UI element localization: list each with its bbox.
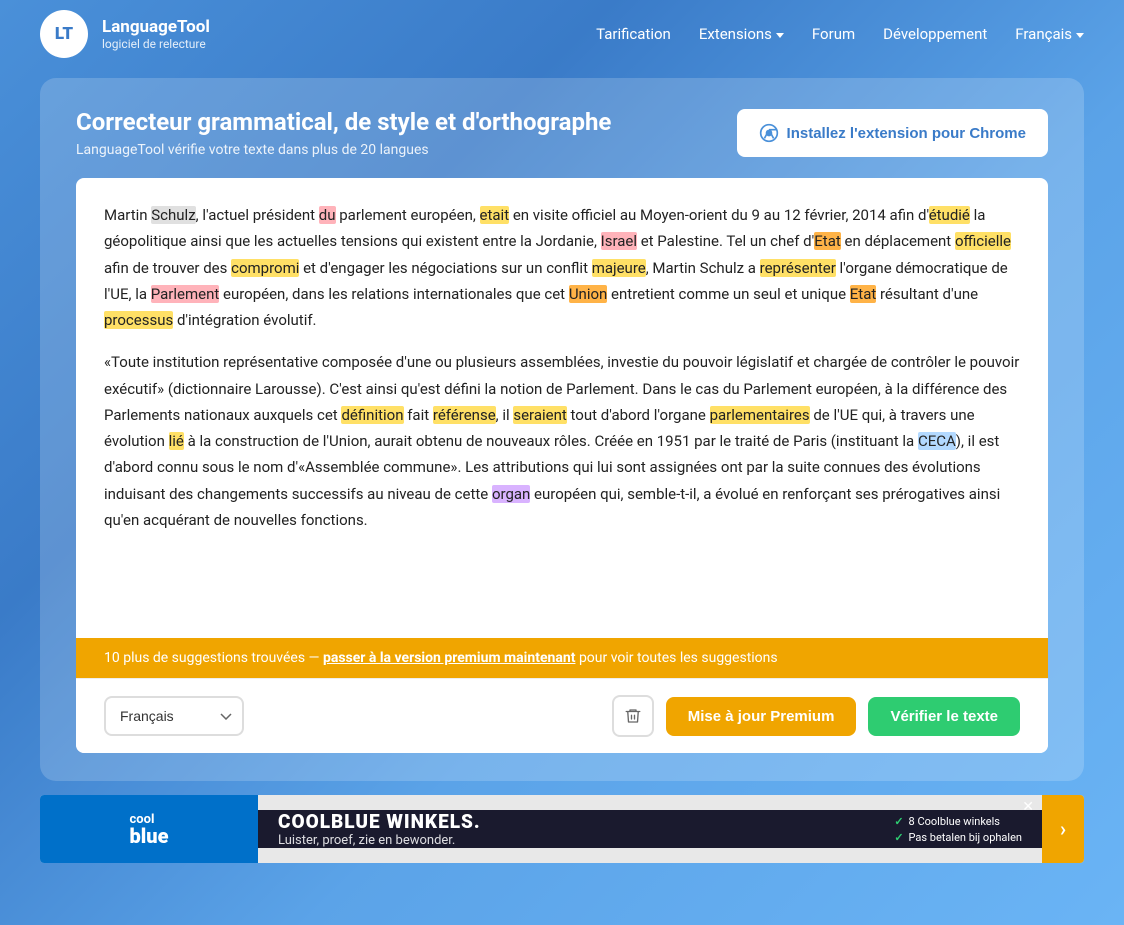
nav-developpement[interactable]: Développement bbox=[883, 25, 987, 43]
premium-link[interactable]: passer à la version premium maintenant bbox=[323, 650, 576, 666]
chevron-down-icon bbox=[776, 33, 784, 38]
checkmark-icon-2: ✓ bbox=[894, 831, 903, 844]
card-title-block: Correcteur grammatical, de style et d'or… bbox=[76, 108, 611, 158]
verify-button[interactable]: Vérifier le texte bbox=[868, 697, 1020, 736]
logo-icon: LT bbox=[40, 10, 88, 58]
ad-check-1: ✓ 8 Coolblue winkels bbox=[894, 815, 1022, 828]
nav-extensions[interactable]: Extensions bbox=[699, 25, 784, 43]
card-title: Correcteur grammatical, de style et d'or… bbox=[76, 108, 611, 136]
chevron-down-icon bbox=[1076, 33, 1084, 38]
logo-subtitle: logiciel de relecture bbox=[102, 37, 210, 51]
coolblue-logo: cool blue bbox=[130, 813, 169, 846]
paragraph-2: «Toute institution représentative compos… bbox=[104, 349, 1020, 533]
navbar-left: LT LanguageTool logiciel de relecture bbox=[40, 10, 210, 58]
nav-tarification[interactable]: Tarification bbox=[596, 25, 671, 43]
ad-blue-text: blue bbox=[130, 826, 169, 846]
main-card: Correcteur grammatical, de style et d'or… bbox=[40, 78, 1084, 781]
ad-logo: cool blue bbox=[40, 795, 258, 863]
ad-close-button[interactable]: ✕ bbox=[1022, 799, 1034, 815]
editor-wrapper: Martin Schulz, l'actuel président du par… bbox=[76, 178, 1048, 753]
ad-check-2-text: Pas betalen bij ophalen bbox=[909, 831, 1022, 844]
checkmark-icon-1: ✓ bbox=[894, 815, 903, 828]
ad-brand: COOLBLUE WINKELS. bbox=[278, 810, 481, 833]
ad-text: COOLBLUE WINKELS. Luister, proef, zie en… bbox=[278, 810, 481, 848]
premium-update-button[interactable]: Mise à jour Premium bbox=[666, 697, 857, 736]
navbar: LT LanguageTool logiciel de relecture Ta… bbox=[0, 0, 1124, 68]
footer-right: Mise à jour Premium Vérifier le texte bbox=[612, 695, 1020, 737]
premium-banner-suffix: pour voir toutes les suggestions bbox=[579, 650, 778, 666]
logo-initials: LT bbox=[55, 24, 73, 44]
nav-extensions-label: Extensions bbox=[699, 25, 772, 43]
clear-button[interactable] bbox=[612, 695, 654, 737]
paragraph-1: Martin Schulz, l'actuel président du par… bbox=[104, 202, 1020, 333]
logo-text: LanguageTool logiciel de relecture bbox=[102, 17, 210, 51]
chrome-icon bbox=[759, 123, 779, 143]
nav-language[interactable]: Français bbox=[1015, 25, 1084, 43]
premium-banner: 10 plus de suggestions trouvées — passer… bbox=[76, 638, 1048, 678]
nav-language-label: Français bbox=[1015, 25, 1072, 43]
language-select[interactable]: Français English Deutsch Español Italian… bbox=[104, 696, 244, 736]
chrome-button-label: Installez l'extension pour Chrome bbox=[787, 125, 1026, 142]
card-header: Correcteur grammatical, de style et d'or… bbox=[76, 108, 1048, 158]
ad-checks: ✓ 8 Coolblue winkels ✓ Pas betalen bij o… bbox=[894, 815, 1022, 844]
logo-title: LanguageTool bbox=[102, 17, 210, 37]
navbar-links: Tarification Extensions Forum Développem… bbox=[596, 25, 1084, 43]
premium-banner-text: 10 plus de suggestions trouvées — bbox=[104, 650, 319, 666]
ad-next-button[interactable]: › bbox=[1042, 795, 1084, 863]
trash-icon bbox=[624, 707, 642, 725]
card-subtitle: LanguageTool vérifie votre texte dans pl… bbox=[76, 142, 611, 158]
ad-banner: cool blue COOLBLUE WINKELS. Luister, pro… bbox=[40, 795, 1084, 863]
editor-footer: Français English Deutsch Español Italian… bbox=[76, 678, 1048, 753]
chrome-extension-button[interactable]: Installez l'extension pour Chrome bbox=[737, 109, 1048, 157]
nav-forum[interactable]: Forum bbox=[812, 25, 855, 43]
ad-tagline: Luister, proef, zie en bewonder. bbox=[278, 833, 481, 848]
ad-content: COOLBLUE WINKELS. Luister, proef, zie en… bbox=[258, 810, 1042, 848]
editor-content[interactable]: Martin Schulz, l'actuel président du par… bbox=[76, 178, 1048, 638]
ad-check-1-text: 8 Coolblue winkels bbox=[909, 815, 1000, 828]
ad-check-2: ✓ Pas betalen bij ophalen bbox=[894, 831, 1022, 844]
